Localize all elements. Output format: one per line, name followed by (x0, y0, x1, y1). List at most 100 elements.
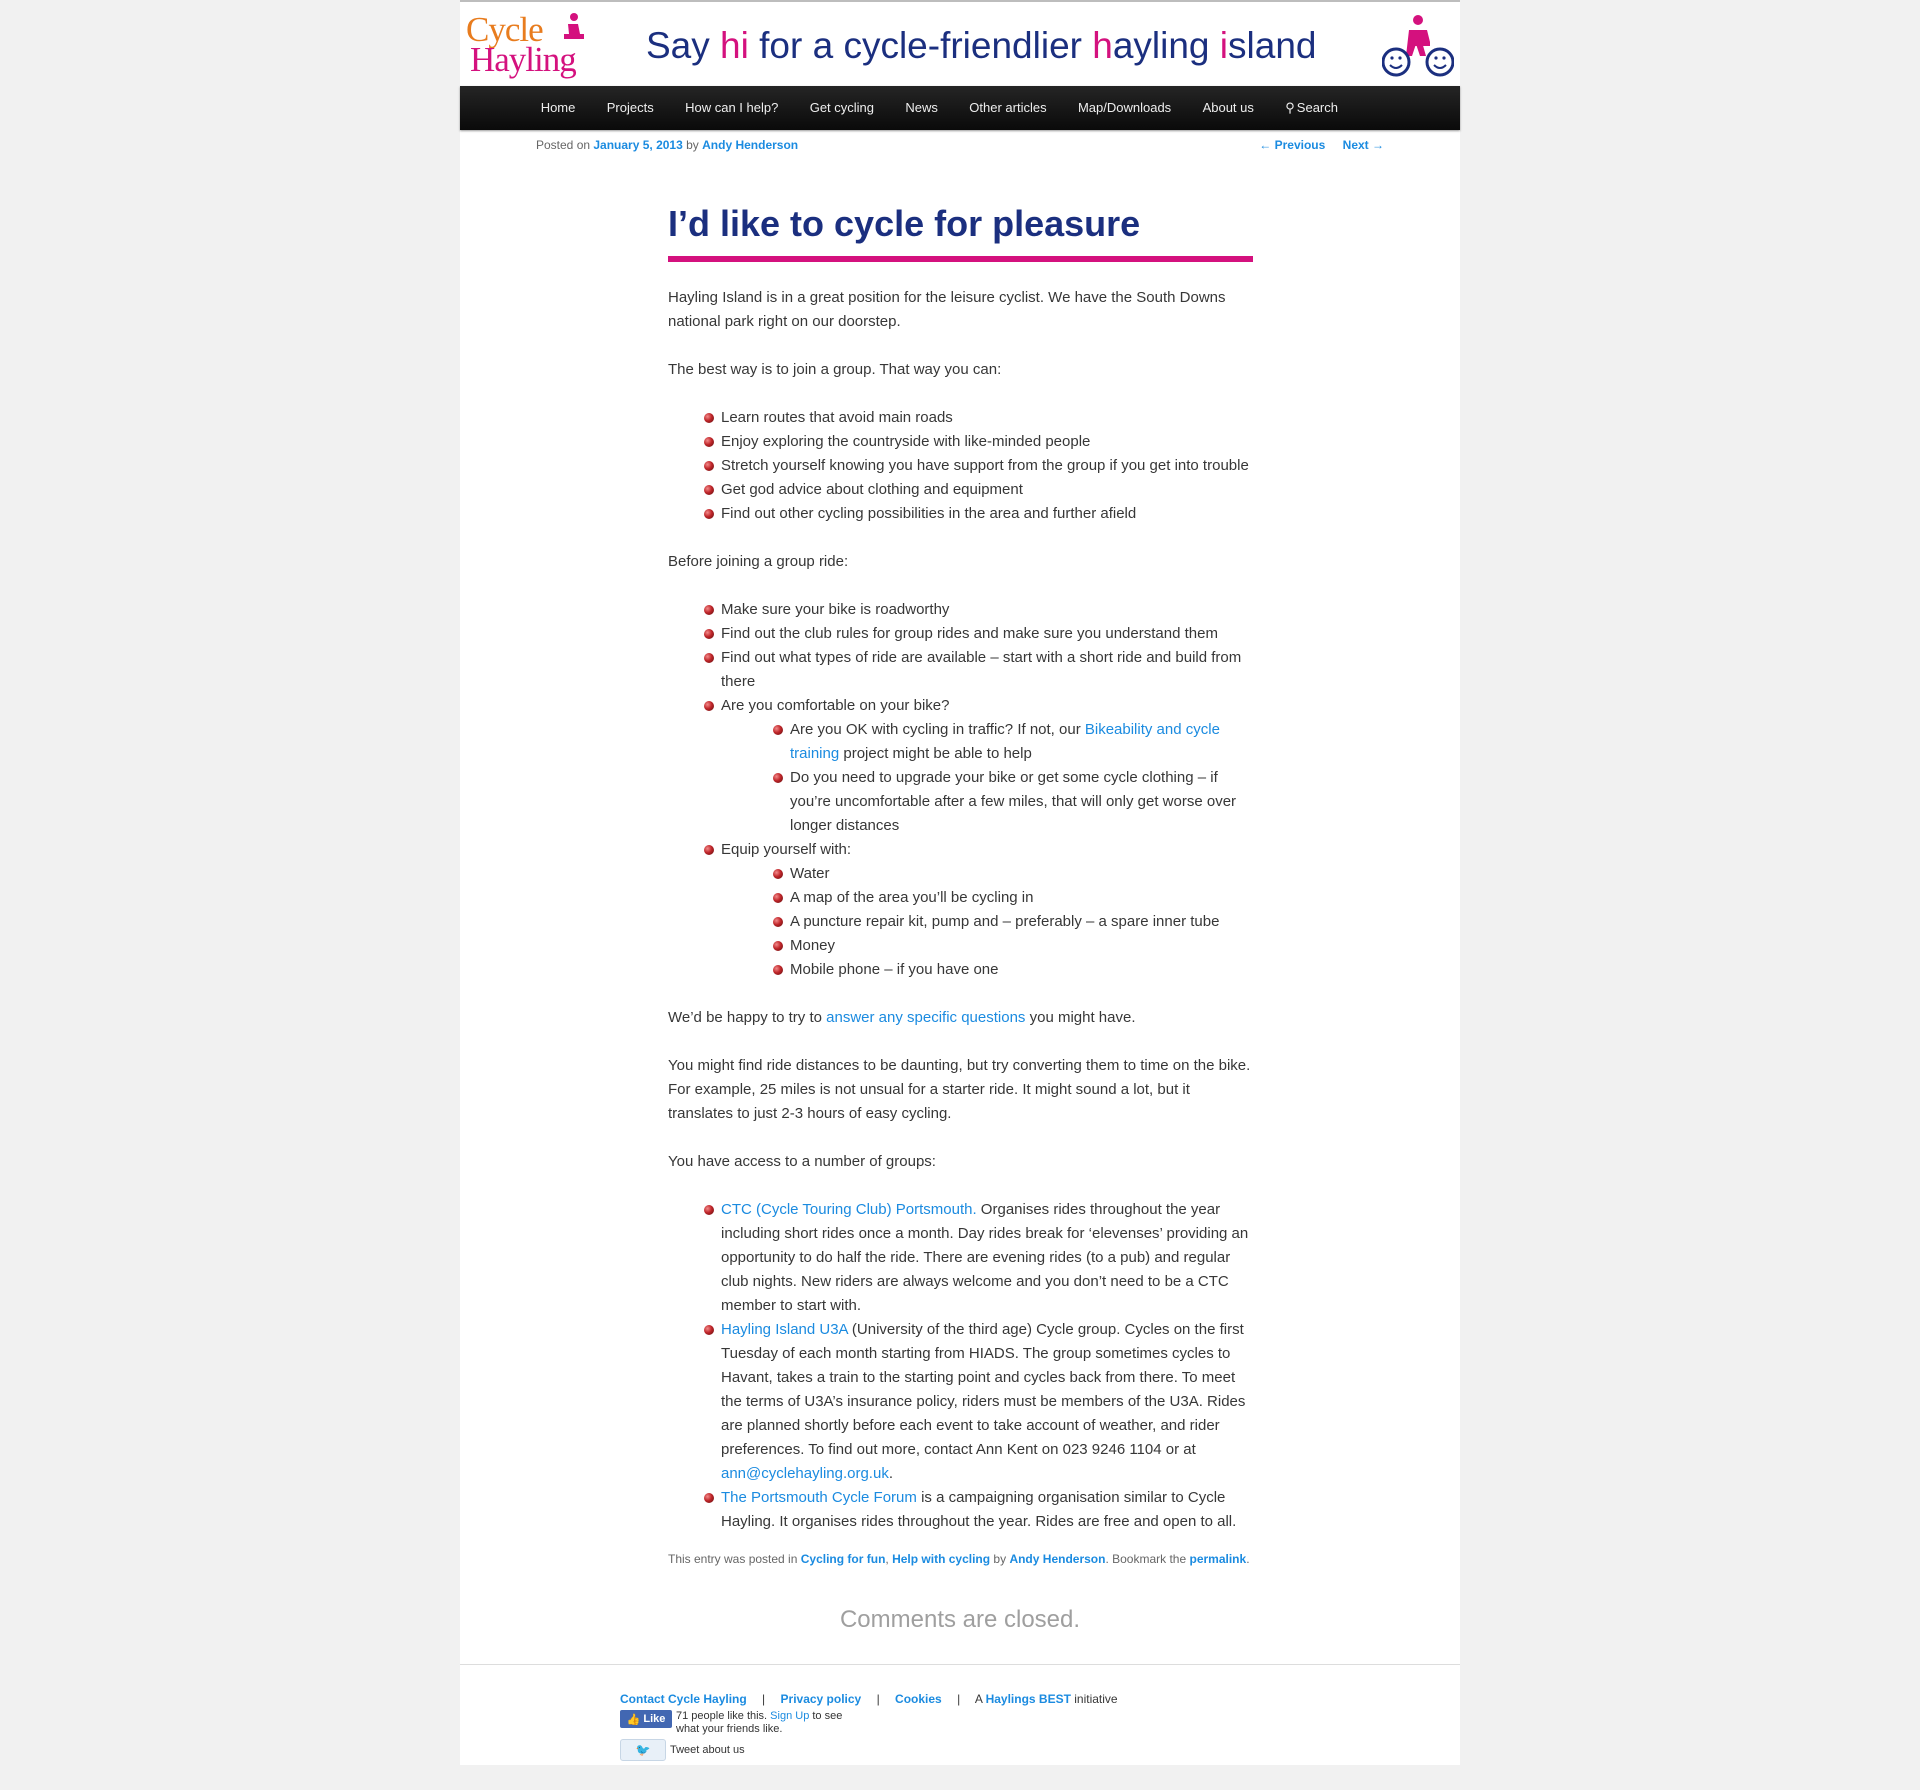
thumbs-up-icon: 👍 (626, 1713, 641, 1726)
footer-text: by (990, 1552, 1010, 1566)
facebook-widget: 👍 Like 71 people like this. Sign Up to se… (620, 1710, 856, 1736)
tagline-highlight: i (1219, 25, 1229, 66)
list-item: Make sure your bike is roadworthy (704, 598, 1258, 622)
post-meta: Posted on January 5, 2013 by Andy Hender… (536, 138, 798, 152)
site-tagline: Say hi for a cycle-friendlier hayling is… (646, 25, 1316, 67)
list-item: Get god advice about clothing and equipm… (704, 478, 1258, 502)
fb-text-part: 71 people like this. (676, 1710, 771, 1722)
list-item: Enjoy exploring the countryside with lik… (704, 430, 1258, 454)
category-help-with-cycling-link[interactable]: Help with cycling (892, 1552, 990, 1566)
nav-map-downloads[interactable]: Map/Downloads (1062, 86, 1187, 130)
nav-search[interactable]: ⚲ Search (1270, 86, 1354, 130)
list-item: Hayling Island U3A (University of the th… (704, 1318, 1258, 1486)
by-label: by (682, 138, 703, 152)
footer-author-link[interactable]: Andy Henderson (1009, 1552, 1105, 1566)
intro-paragraph: Hayling Island is in a great position fo… (668, 289, 1226, 330)
nav-how-can-i-help[interactable]: How can I help? (669, 86, 794, 130)
list-item: Do you need to upgrade your bike or get … (773, 766, 1258, 838)
search-icon: ⚲ (1285, 100, 1295, 115)
footer-text: initiative (1070, 1692, 1118, 1706)
best-way-paragraph: The best way is to join a group. That wa… (668, 361, 1002, 378)
bike-rider-icon (1382, 15, 1454, 77)
list-item: A puncture repair kit, pump and – prefer… (773, 910, 1258, 934)
next-post-link[interactable]: Next → (1343, 138, 1384, 152)
author-link[interactable]: Andy Henderson (702, 138, 798, 152)
list-item-text: Equip yourself with: (721, 841, 852, 858)
list-item-text: (University of the third age) Cycle grou… (721, 1321, 1246, 1458)
haylings-best-link[interactable]: Haylings BEST (986, 1692, 1071, 1706)
list-item-text: Are you comfortable on your bike? (721, 697, 950, 714)
twitter-widget: 🐦 Tweet about us (620, 1739, 745, 1761)
benefits-list: Learn routes that avoid main roads Enjoy… (668, 406, 1258, 526)
cookies-link[interactable]: Cookies (895, 1692, 942, 1706)
equip-sublist: Water A map of the area you’ll be cyclin… (721, 862, 1258, 982)
cycle-hayling-logo[interactable]: Cycle Hayling (464, 10, 604, 82)
list-item: CTC (Cycle Touring Club) Portsmouth. Org… (704, 1198, 1258, 1318)
list-item: Find out what types of ride are availabl… (704, 646, 1258, 694)
list-item: Stretch yourself knowing you have suppor… (704, 454, 1258, 478)
before-list: Make sure your bike is roadworthy Find o… (668, 598, 1258, 982)
tweet-text: Tweet about us (670, 1744, 745, 1756)
previous-post-link[interactable]: ← Previous (1259, 138, 1325, 152)
contact-link[interactable]: Contact Cycle Hayling (620, 1692, 747, 1706)
list-item: Money (773, 934, 1258, 958)
list-item-text: . (888, 1465, 893, 1482)
ctc-portsmouth-link[interactable]: CTC (Cycle Touring Club) Portsmouth. (721, 1201, 977, 1218)
facebook-signup-link[interactable]: Sign Up (770, 1710, 809, 1722)
comfort-sublist: Are you OK with cycling in traffic? If n… (721, 718, 1258, 838)
tagline-part: ayling (1112, 25, 1220, 66)
category-cycling-for-fun-link[interactable]: Cycling for fun (801, 1552, 886, 1566)
footer-text: . Bookmark the (1105, 1552, 1190, 1566)
tweet-button[interactable]: 🐦 (620, 1739, 666, 1761)
nav-about-us[interactable]: About us (1187, 86, 1270, 130)
before-paragraph: Before joining a group ride: (668, 553, 849, 570)
post-date-link[interactable]: January 5, 2013 (593, 138, 682, 152)
questions-link[interactable]: answer any specific questions (826, 1009, 1025, 1026)
distances-paragraph: You might find ride distances to be daun… (668, 1057, 1251, 1122)
cyclist-logo-icon (564, 13, 584, 39)
tagline-part: sland (1228, 25, 1317, 66)
post-content: Hayling Island is in a great position fo… (668, 286, 1258, 1534)
footer-text: . (1246, 1552, 1250, 1566)
groups-intro-paragraph: You have access to a number of groups: (668, 1153, 936, 1170)
post-article: I’d like to cycle for pleasure Hayling I… (668, 202, 1258, 1566)
paragraph-text: you might have. (1025, 1009, 1136, 1026)
separator: | (957, 1692, 961, 1706)
nav-news[interactable]: News (890, 86, 954, 130)
email-link[interactable]: ann@cyclehayling.org.uk (721, 1465, 889, 1482)
groups-list: CTC (Cycle Touring Club) Portsmouth. Org… (668, 1198, 1258, 1534)
list-item-text: Are you OK with cycling in traffic? If n… (790, 721, 1085, 738)
separator: | (762, 1692, 766, 1706)
nav-other-articles[interactable]: Other articles (954, 86, 1063, 130)
permalink-link[interactable]: permalink (1190, 1552, 1247, 1566)
list-item: Learn routes that avoid main roads (704, 406, 1258, 430)
nav-get-cycling[interactable]: Get cycling (794, 86, 890, 130)
privacy-policy-link[interactable]: Privacy policy (781, 1692, 862, 1706)
main-navigation: Home Projects How can I help? Get cyclin… (460, 86, 1460, 130)
list-item-text: project might be able to help (839, 745, 1032, 762)
list-item: Are you comfortable on your bike? Are yo… (704, 694, 1258, 838)
nav-home[interactable]: Home (525, 86, 591, 130)
nav-projects[interactable]: Projects (591, 86, 669, 130)
portsmouth-cycle-forum-link[interactable]: The Portsmouth Cycle Forum (721, 1489, 917, 1506)
list-item: Find out the club rules for group rides … (704, 622, 1258, 646)
list-item: Find out other cycling possibilities in … (704, 502, 1258, 526)
facebook-like-button[interactable]: 👍 Like (620, 1710, 672, 1728)
list-item: A map of the area you’ll be cycling in (773, 886, 1258, 910)
tagline-highlight: h (1092, 25, 1113, 66)
paragraph-text: We’d be happy to try to (668, 1009, 827, 1026)
tagline-highlight: hi (720, 25, 749, 66)
like-label: Like (643, 1713, 666, 1725)
entry-footer: This entry was posted in Cycling for fun… (668, 1552, 1258, 1566)
logo-line-2: Hayling (470, 40, 577, 79)
twitter-bird-icon: 🐦 (635, 1743, 651, 1757)
footer-divider (460, 1664, 1460, 1665)
list-item: The Portsmouth Cycle Forum is a campaign… (704, 1486, 1258, 1534)
tagline-part: Say (646, 25, 721, 66)
footer-text: A (974, 1692, 986, 1706)
post-title: I’d like to cycle for pleasure (668, 202, 1253, 262)
site-footer: Contact Cycle Hayling | Privacy policy |… (620, 1692, 1118, 1706)
list-item: Water (773, 862, 1258, 886)
facebook-like-text: 71 people like this. Sign Up to see what… (676, 1710, 856, 1736)
hayling-u3a-link[interactable]: Hayling Island U3A (721, 1321, 848, 1338)
